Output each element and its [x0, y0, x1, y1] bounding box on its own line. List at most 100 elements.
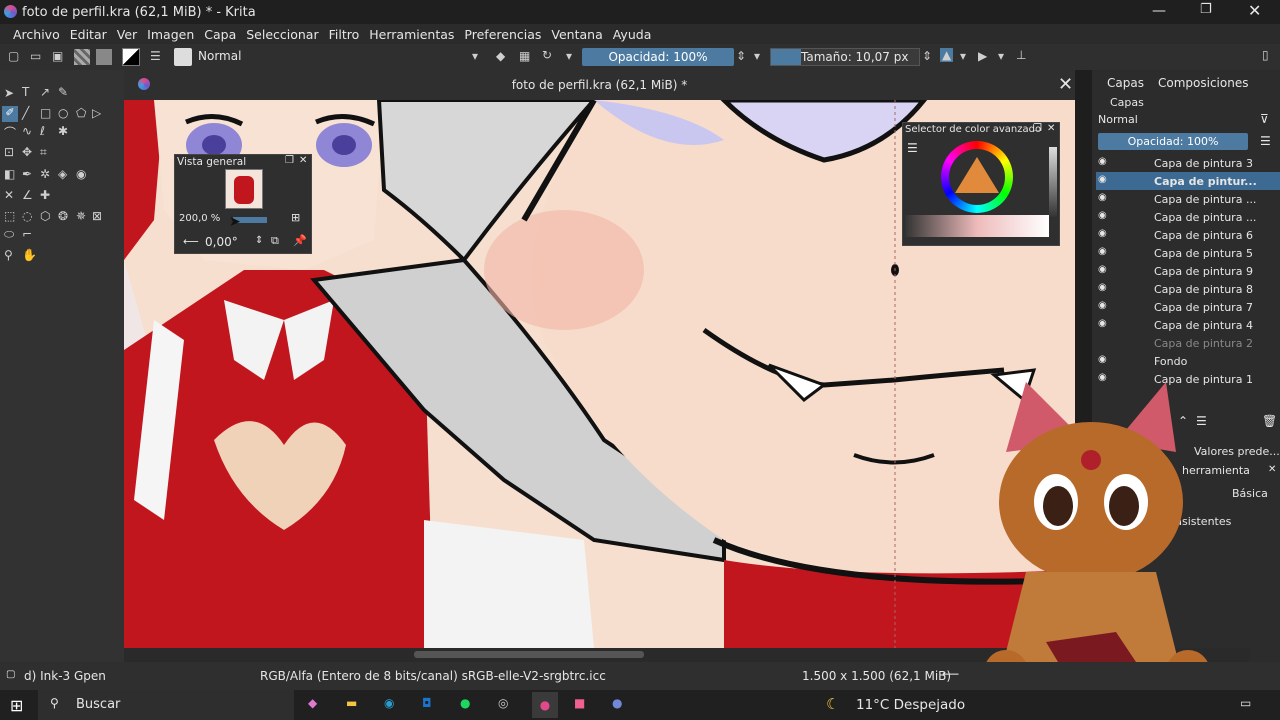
alpha-lock-icon[interactable]: ▦ [519, 49, 530, 63]
filter-icon[interactable]: ⊽ [1260, 112, 1269, 126]
layer-row[interactable]: Capa de pintura 3 [1096, 154, 1280, 172]
magnetic-select-tool-icon[interactable]: ⌐ [22, 227, 32, 241]
select-shapes-tool-icon[interactable]: ➤ [4, 86, 14, 100]
zoom-field[interactable]: 200,0 % [179, 213, 220, 224]
ellipse-tool-icon[interactable]: ○ [58, 106, 68, 120]
menu-seleccionar[interactable]: Seleccionar [241, 27, 323, 42]
save-icon[interactable]: ▣ [52, 49, 63, 63]
close-icon[interactable]: ✕ [1268, 464, 1276, 475]
windows-start-icon[interactable]: ⊞ [10, 696, 23, 715]
new-document-icon[interactable]: ▢ [8, 49, 19, 63]
layer-row[interactable]: Capa de pintura 6 [1096, 226, 1280, 244]
outlook-icon[interactable]: ◘ [422, 696, 432, 710]
layer-row[interactable]: Capa de pintura 7 [1096, 298, 1280, 316]
maximize-button[interactable]: ❐ [1200, 2, 1220, 17]
color-triangle[interactable] [955, 157, 999, 193]
reload-preset-icon[interactable]: ↻ [542, 48, 552, 62]
chevron-down-icon[interactable]: ▾ [998, 49, 1004, 63]
opacity-slider[interactable]: Opacidad: 100% [582, 48, 734, 66]
flip-icon[interactable]: ⧉ [271, 234, 279, 248]
size-spin-icon[interactable]: ⇕ [922, 49, 932, 63]
obs-icon[interactable]: ◎ [498, 696, 508, 710]
eye-icon[interactable]: ◉ [1098, 246, 1107, 257]
color-picker-tool-icon[interactable]: ✒ [22, 167, 32, 181]
opacity-spin-icon[interactable]: ⇕ [736, 49, 746, 63]
wrap-around-icon[interactable]: ⊥ [1016, 48, 1026, 62]
pattern-icon[interactable] [74, 49, 90, 65]
dynamic-brush-tool-icon[interactable]: ℓ [40, 124, 45, 138]
ellipse-select-tool-icon[interactable]: ◌ [22, 209, 32, 223]
krita-taskbar-icon[interactable]: ● [532, 692, 558, 718]
fg-bg-color-icon[interactable] [122, 48, 140, 66]
chevron-down-icon[interactable]: ▾ [960, 49, 966, 63]
polygon-select-tool-icon[interactable]: ⬡ [40, 209, 50, 223]
paint-app-icon[interactable]: ■ [574, 696, 585, 710]
tab-composiciones[interactable]: Composiciones [1158, 76, 1248, 90]
menu-herramientas[interactable]: Herramientas [364, 27, 459, 42]
line-tool-icon[interactable]: ╱ [22, 106, 29, 120]
polygon-tool-icon[interactable]: ⬠ [76, 106, 86, 120]
move-tool-icon[interactable]: ✥ [22, 145, 32, 159]
rotation-spin-icon[interactable]: ⇕ [255, 235, 263, 246]
eye-icon[interactable]: ◉ [1098, 282, 1107, 293]
fill-tool-icon[interactable]: ◈ [58, 167, 67, 181]
bezier-tool-icon[interactable]: ⌒ [4, 124, 16, 141]
reference-tool-icon[interactable]: ✚ [40, 188, 50, 202]
menu-editar[interactable]: Editar [65, 27, 112, 42]
discord-icon[interactable]: ● [612, 696, 622, 710]
taskbar-search[interactable]: ⚲ Buscar [38, 690, 294, 720]
close-document-icon[interactable]: ✕ [1058, 70, 1073, 100]
float-icon[interactable]: ❐ [285, 155, 294, 166]
spotify-icon[interactable]: ● [460, 696, 470, 710]
eye-icon[interactable]: ◉ [1098, 156, 1107, 167]
layer-menu-icon[interactable]: ☰ [1260, 134, 1271, 148]
pin-icon[interactable]: 📌 [293, 234, 307, 247]
basic-tab[interactable]: Básica [1232, 487, 1268, 500]
layer-opacity-slider[interactable]: Opacidad: 100% [1098, 133, 1248, 150]
eraser-icon[interactable]: ◆ [496, 49, 505, 63]
mirror-horizontal-icon[interactable]: ▲ [940, 48, 954, 62]
minimize-button[interactable]: — [1152, 3, 1172, 19]
rotation-field[interactable]: 0,00° [205, 235, 238, 249]
color-gradient-bar[interactable] [905, 215, 1049, 237]
pan-tool-icon[interactable]: ✋ [22, 248, 37, 262]
rect-select-tool-icon[interactable]: ⬚ [4, 209, 15, 223]
blend-dropdown-icon[interactable]: ▾ [472, 49, 478, 63]
eye-icon[interactable]: ◉ [1098, 264, 1107, 275]
delete-layer-icon[interactable]: 🗑 [1262, 414, 1277, 428]
bezier-select-tool-icon[interactable]: ⬭ [4, 227, 14, 242]
weather-status[interactable]: 11°C Despejado [856, 697, 965, 713]
menu-preferencias[interactable]: Preferencias [459, 27, 546, 42]
rectangle-tool-icon[interactable]: □ [40, 106, 51, 120]
menu-imagen[interactable]: Imagen [142, 27, 199, 42]
layer-row[interactable]: Capa de pintura ... [1096, 208, 1280, 226]
eye-icon[interactable]: ◉ [1098, 174, 1107, 185]
chevron-down-icon[interactable]: ▾ [754, 49, 760, 63]
layer-row[interactable]: Capa de pintura ... [1096, 190, 1280, 208]
file-explorer-icon[interactable]: ▬ [346, 696, 357, 710]
eye-icon[interactable]: ◉ [1098, 354, 1107, 365]
measure-tool-icon[interactable]: ∠ [22, 188, 33, 202]
overview-thumbnail[interactable] [225, 169, 263, 209]
layer-row[interactable]: Fondo [1096, 352, 1280, 370]
smart-patch-tool-icon[interactable]: ✲ [40, 167, 50, 181]
edit-shapes-tool-icon[interactable]: ↗ [40, 85, 50, 99]
layer-row[interactable]: Capa de pintura 8 [1096, 280, 1280, 298]
menu-capa[interactable]: Capa [199, 27, 241, 42]
menu-filtro[interactable]: Filtro [324, 27, 365, 42]
close-icon[interactable]: ✕ [1047, 123, 1055, 134]
enclose-fill-tool-icon[interactable]: ◉ [76, 167, 86, 181]
color-menu-icon[interactable]: ☰ [907, 141, 918, 155]
close-icon[interactable]: ✕ [299, 155, 307, 166]
gradient-tool-icon[interactable]: ◧ [4, 167, 15, 181]
transform-tool-icon[interactable]: ⊡ [4, 145, 14, 159]
mirror-canvas-icon[interactable]: ⊞ [291, 211, 300, 224]
chevron-down-icon[interactable]: ▾ [566, 49, 572, 63]
multibrush-tool-icon[interactable]: ✱ [58, 124, 68, 138]
freehand-brush-tool-icon[interactable]: ✐ [2, 106, 18, 122]
view-mode-icon[interactable]: ▯ [1262, 48, 1269, 62]
calligraphy-tool-icon[interactable]: ✎ [58, 85, 68, 99]
menu-ver[interactable]: Ver [112, 27, 142, 42]
eye-icon[interactable]: ◉ [1098, 318, 1107, 329]
eye-icon[interactable]: ◉ [1098, 228, 1107, 239]
